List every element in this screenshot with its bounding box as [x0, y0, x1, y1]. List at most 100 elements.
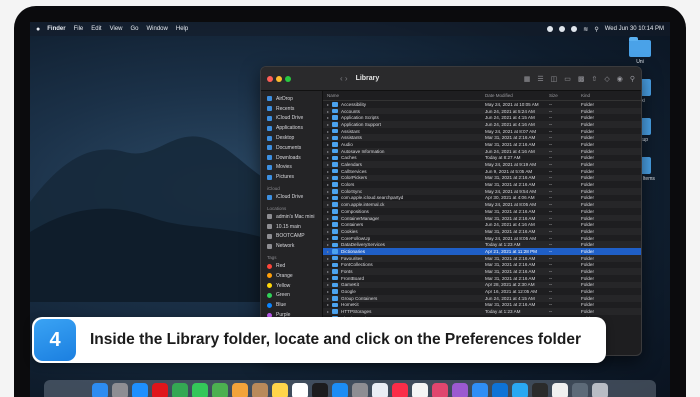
table-row[interactable]: ▸ Assistant May 24, 2021 at 8:07 AM -- Folde… — [323, 128, 641, 135]
zoom-button[interactable] — [285, 75, 291, 82]
sidebar-item[interactable]: iCloud Drive — [261, 192, 322, 202]
table-row[interactable]: ▸ Favourites Mar 31, 2021 at 2:16 AM -- Fold… — [323, 254, 641, 262]
status-icon[interactable] — [559, 26, 566, 32]
table-row[interactable]: ▸ Audio Mar 31, 2021 at 2:16 AM -- Folder — [323, 141, 641, 148]
launchpad-app-icon[interactable] — [112, 383, 128, 397]
disclosure-arrow-icon[interactable]: ▸ — [327, 175, 329, 180]
column-name[interactable]: Name — [327, 93, 485, 98]
tv-app-icon[interactable] — [312, 383, 328, 397]
disclosure-arrow-icon[interactable]: ▸ — [327, 129, 329, 134]
menu-go[interactable]: Go — [131, 26, 139, 32]
table-row[interactable]: ▸ Calendars May 24, 2021 at 9:19 AM -- Folde… — [323, 161, 641, 168]
disclosure-arrow-icon[interactable]: ▸ — [327, 149, 329, 154]
teamviewer-app-icon[interactable] — [492, 383, 508, 397]
messages-app-icon[interactable] — [192, 383, 208, 397]
disclosure-arrow-icon[interactable]: ▸ — [327, 262, 329, 267]
sidebar-item[interactable]: BOOTCAMP — [261, 232, 322, 242]
sidebar-item[interactable]: Network — [261, 241, 322, 251]
menu-finder[interactable]: Finder — [47, 26, 65, 32]
disclosure-arrow-icon[interactable]: ▸ — [327, 222, 329, 227]
reminders-app-icon[interactable] — [292, 383, 308, 397]
disclosure-arrow-icon[interactable]: ▸ — [327, 256, 329, 261]
table-row[interactable]: ▸ Application Scripts Jun 24, 2021 at 4:15… — [323, 114, 641, 121]
table-row[interactable]: ▸ Cookies Mar 31, 2021 at 2:16 AM -- Folder — [323, 228, 641, 235]
table-row[interactable]: ▸ CallServices Jun 9, 2021 at 5:05 AM -- Fol… — [323, 168, 641, 175]
disclosure-arrow-icon[interactable]: ▸ — [327, 269, 329, 274]
table-row[interactable]: ▸ FrontBoard Mar 31, 2021 at 2:16 AM -- Fold… — [323, 275, 641, 282]
menu-file[interactable]: File — [74, 26, 84, 32]
sidebar-item[interactable]: Downloads — [261, 153, 322, 163]
disclosure-arrow-icon[interactable]: ▸ — [327, 135, 329, 140]
finder-app-icon[interactable] — [92, 383, 108, 397]
table-row[interactable]: ▸ GameKit Apr 28, 2021 at 2:30 AM -- Folder — [323, 281, 641, 289]
trash-app-icon[interactable] — [592, 383, 608, 397]
apple-menu-icon[interactable]: ● — [36, 26, 40, 33]
table-row[interactable]: ▸ Google Apr 16, 2021 at 12:05 AM -- Folder — [323, 288, 641, 295]
disclosure-arrow-icon[interactable]: ▸ — [327, 296, 329, 301]
status-icon[interactable] — [547, 26, 554, 32]
disclosure-arrow-icon[interactable]: ▸ — [327, 189, 329, 194]
sidebar-item[interactable]: Documents — [261, 143, 322, 153]
maps-app-icon[interactable] — [212, 383, 228, 397]
sidebar-item[interactable]: admin's Mac mini — [261, 212, 322, 222]
table-row[interactable]: ▸ Colors Mar 31, 2021 at 2:16 AM -- Folder — [323, 181, 641, 188]
textedit-app-icon[interactable] — [412, 383, 428, 397]
share-icon[interactable]: ⇧ — [591, 75, 597, 83]
sidebar-tag[interactable]: Green — [261, 291, 322, 301]
sidebar-tag[interactable]: Yellow — [261, 281, 322, 291]
table-row[interactable]: ▸ Application Support Jun 24, 2021 at 4:16… — [323, 121, 641, 128]
app-store-app-icon[interactable] — [332, 383, 348, 397]
table-row[interactable]: ▸ Fonts Mar 31, 2021 at 2:16 AM -- Folder — [323, 268, 641, 275]
tag-icon[interactable]: ◇ — [604, 75, 609, 83]
gallery-view-icon[interactable]: ▭ — [564, 75, 571, 83]
disclosure-arrow-icon[interactable]: ▸ — [327, 276, 329, 281]
table-row[interactable]: ▸ Accounts Jun 24, 2021 at 5:24 AM -- Folder — [323, 107, 641, 115]
action-icon[interactable]: ◉ — [617, 75, 623, 83]
menu-window[interactable]: Window — [147, 26, 168, 32]
chrome-app-icon[interactable] — [172, 383, 188, 397]
disclosure-arrow-icon[interactable]: ▸ — [327, 195, 329, 200]
disclosure-arrow-icon[interactable]: ▸ — [327, 162, 329, 167]
photo-booth-app-icon[interactable] — [432, 383, 448, 397]
column-date[interactable]: Date Modified — [485, 93, 549, 98]
table-row[interactable]: ▸ FontCollections Mar 31, 2021 at 2:16 AM -… — [323, 262, 641, 269]
status-icon[interactable] — [571, 26, 578, 32]
opera-app-icon[interactable] — [152, 383, 168, 397]
disclosure-arrow-icon[interactable]: ▸ — [327, 122, 329, 127]
document-app-icon[interactable] — [552, 383, 568, 397]
table-row[interactable]: ▸ Accessibility May 24, 2021 at 10:05 AM --… — [323, 101, 641, 108]
disclosure-arrow-icon[interactable]: ▸ — [327, 209, 329, 214]
table-row[interactable]: ▸ Dictionaries Apr 21, 2021 at 11:28 PM -- F… — [323, 248, 641, 255]
sidebar-item[interactable]: Pictures — [261, 172, 322, 182]
close-button[interactable] — [267, 75, 273, 82]
music-app-icon[interactable] — [392, 383, 408, 397]
disclosure-arrow-icon[interactable]: ▸ — [327, 302, 329, 307]
disclosure-arrow-icon[interactable]: ▸ — [327, 289, 329, 294]
desktop-folder[interactable]: Uni — [618, 37, 662, 65]
safari-app-icon[interactable] — [132, 383, 148, 397]
disclosure-arrow-icon[interactable]: ▸ — [327, 155, 329, 160]
table-row[interactable]: ▸ com.apple.internal.ck May 24, 2021 at 8:… — [323, 201, 641, 208]
table-row[interactable]: ▸ HTTPStorages Today at 1:23 AM -- Folder — [323, 308, 641, 315]
system-preferences-app-icon[interactable] — [352, 383, 368, 397]
sidebar-tag[interactable]: Blue — [261, 300, 322, 310]
disclosure-arrow-icon[interactable]: ▸ — [327, 182, 329, 187]
sidebar-tag[interactable]: Orange — [261, 271, 322, 281]
minimize-button[interactable] — [276, 75, 282, 82]
table-row[interactable]: ▸ Containers Jun 24, 2021 at 4:16 AM -- Fold… — [323, 221, 641, 228]
table-row[interactable]: ▸ Group Containers Jun 24, 2021 at 4:15 AM… — [323, 294, 641, 302]
mackeeper-app-icon[interactable] — [512, 383, 528, 397]
back-forward-icon[interactable]: ‹ › — [340, 74, 348, 83]
wifi-icon[interactable]: ≋ — [583, 26, 588, 33]
column-size[interactable]: Size — [549, 93, 581, 98]
sidebar-item[interactable]: AirDrop — [261, 94, 322, 104]
downloads-stack-icon[interactable] — [572, 383, 588, 397]
group-icon[interactable]: ▩ — [578, 75, 585, 83]
disclosure-arrow-icon[interactable]: ▸ — [327, 202, 329, 207]
table-row[interactable]: ▸ com.apple.icloud.searchpartyd Apr 30, 20… — [323, 195, 641, 202]
search-icon[interactable]: ⚲ — [594, 26, 598, 33]
table-row[interactable]: ▸ Caches Today at 8:27 AM -- Folder — [323, 155, 641, 162]
disclosure-arrow-icon[interactable]: ▸ — [327, 229, 329, 234]
photos-app-icon[interactable] — [232, 383, 248, 397]
table-row[interactable]: ▸ ColorSync May 24, 2021 at 9:54 AM -- Folde… — [323, 187, 641, 195]
